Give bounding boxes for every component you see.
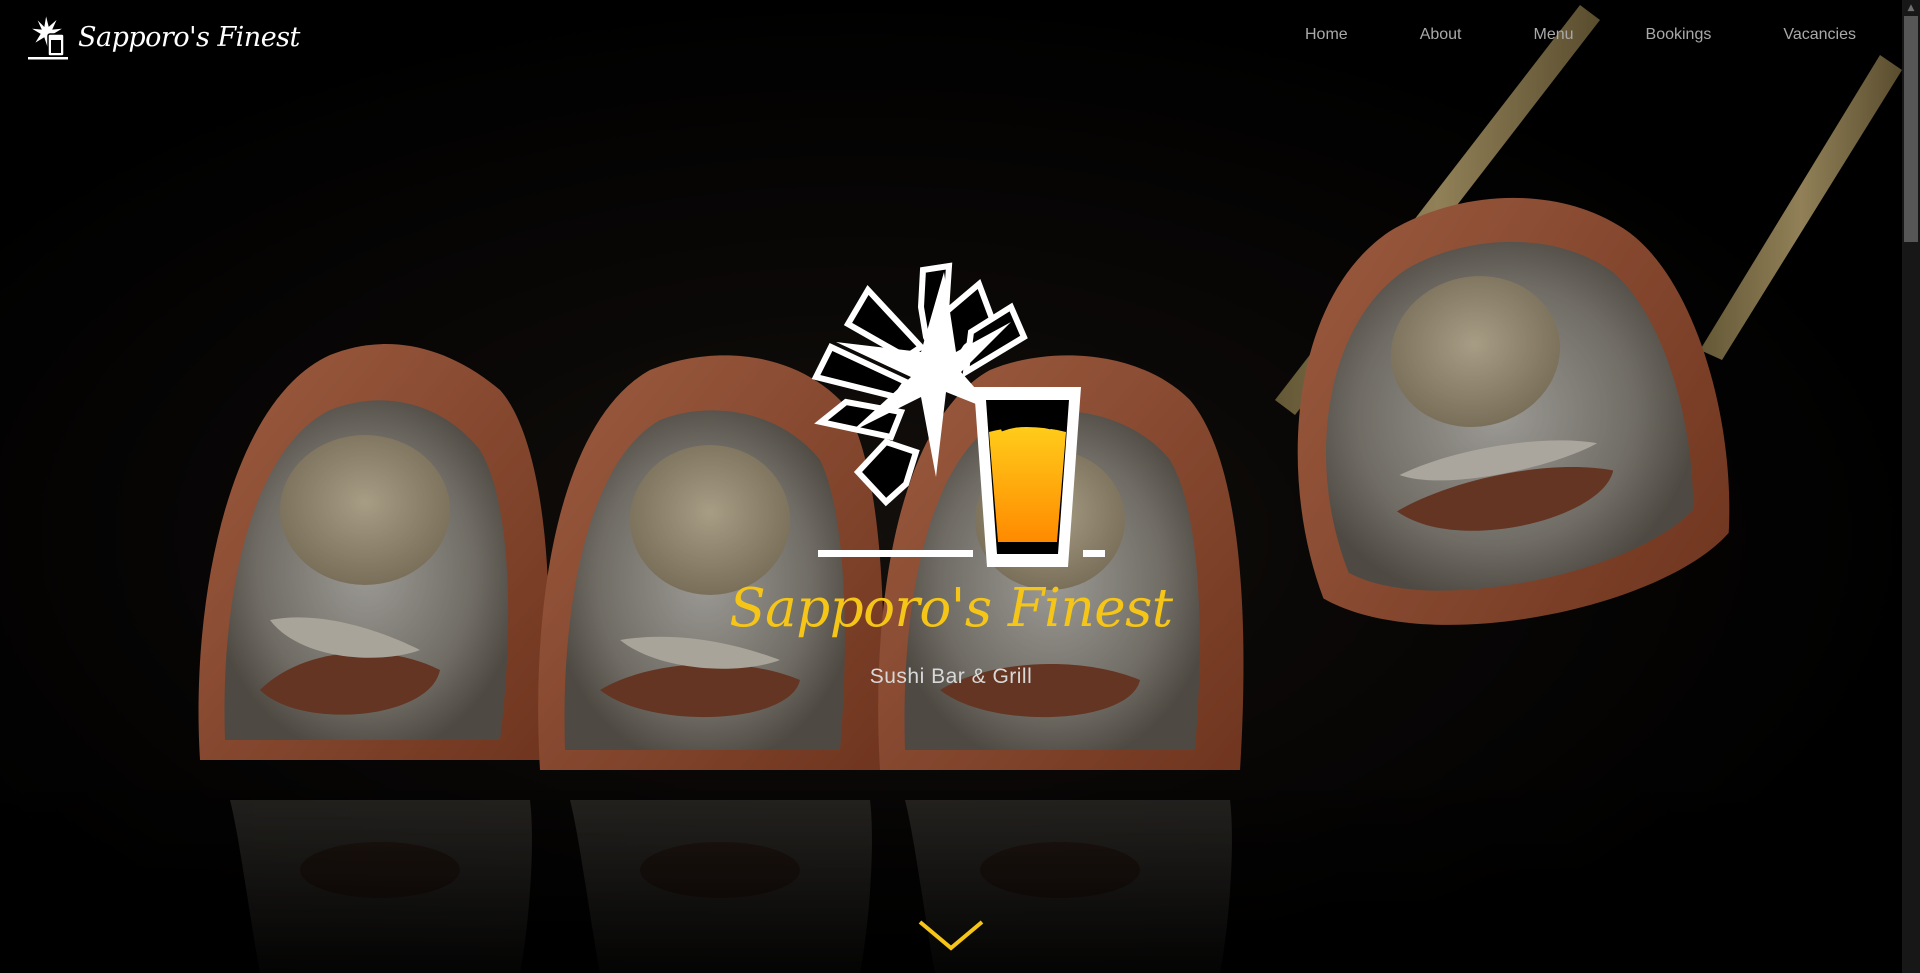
site-header: Sapporo's Finest Home About Menu Booking… bbox=[0, 0, 1902, 76]
hero-title: Sapporo's Finest bbox=[729, 578, 1173, 639]
scrollbar-thumb[interactable] bbox=[1904, 16, 1918, 242]
scroll-up-arrow-icon[interactable]: ▲ bbox=[1902, 0, 1920, 16]
hero-subtitle: Sushi Bar & Grill bbox=[869, 665, 1033, 688]
star-and-glass-logo-icon bbox=[811, 262, 1105, 567]
main-nav: Home About Menu Bookings Vacancies bbox=[1269, 26, 1856, 44]
brand-name: Sapporo's Finest bbox=[78, 21, 300, 53]
nav-about[interactable]: About bbox=[1384, 26, 1498, 44]
landing-page: Sapporo's Finest Home About Menu Booking… bbox=[0, 0, 1920, 973]
star-and-glass-logo-icon bbox=[28, 13, 68, 60]
hero-section: Sapporo's Finest Sushi Bar & Grill bbox=[0, 262, 1902, 689]
brand-link[interactable]: Sapporo's Finest bbox=[26, 12, 300, 62]
chevron-down-icon[interactable] bbox=[918, 918, 984, 952]
page-scrollbar[interactable]: ▲ bbox=[1902, 0, 1920, 973]
nav-menu[interactable]: Menu bbox=[1498, 26, 1610, 44]
nav-bookings[interactable]: Bookings bbox=[1610, 26, 1748, 44]
nav-home[interactable]: Home bbox=[1269, 26, 1384, 44]
nav-vacancies[interactable]: Vacancies bbox=[1747, 26, 1856, 44]
